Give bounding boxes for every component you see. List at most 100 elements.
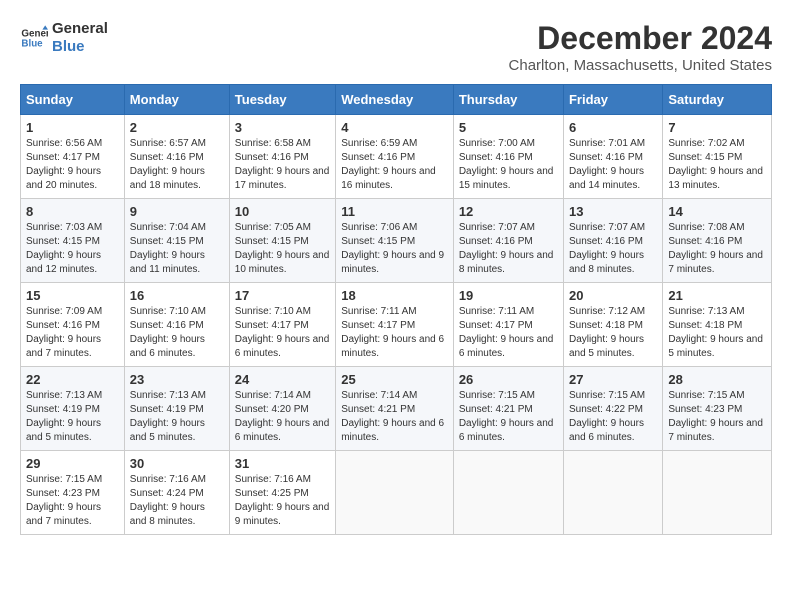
calendar-header-row: SundayMondayTuesdayWednesdayThursdayFrid… [21, 85, 772, 115]
day-number: 12 [459, 204, 558, 219]
day-info: Sunrise: 7:09 AM Sunset: 4:16 PM Dayligh… [26, 305, 119, 361]
header-cell-sunday: Sunday [21, 85, 125, 115]
day-number: 3 [235, 120, 330, 135]
day-cell: 16 Sunrise: 7:10 AM Sunset: 4:16 PM Dayl… [124, 283, 229, 367]
header-cell-thursday: Thursday [453, 85, 563, 115]
day-cell: 10 Sunrise: 7:05 AM Sunset: 4:15 PM Dayl… [229, 199, 335, 283]
day-info: Sunrise: 7:08 AM Sunset: 4:16 PM Dayligh… [668, 221, 766, 277]
day-number: 23 [130, 372, 224, 387]
day-info: Sunrise: 6:59 AM Sunset: 4:16 PM Dayligh… [341, 137, 448, 193]
day-cell: 28 Sunrise: 7:15 AM Sunset: 4:23 PM Dayl… [663, 367, 772, 451]
calendar-table: SundayMondayTuesdayWednesdayThursdayFrid… [20, 84, 772, 535]
day-cell: 1 Sunrise: 6:56 AM Sunset: 4:17 PM Dayli… [21, 115, 125, 199]
day-cell: 19 Sunrise: 7:11 AM Sunset: 4:17 PM Dayl… [453, 283, 563, 367]
day-number: 14 [668, 204, 766, 219]
day-cell: 23 Sunrise: 7:13 AM Sunset: 4:19 PM Dayl… [124, 367, 229, 451]
day-cell: 18 Sunrise: 7:11 AM Sunset: 4:17 PM Dayl… [336, 283, 454, 367]
header-cell-friday: Friday [563, 85, 662, 115]
header-cell-monday: Monday [124, 85, 229, 115]
day-number: 9 [130, 204, 224, 219]
title-area: December 2024 Charlton, Massachusetts, U… [509, 20, 772, 74]
day-info: Sunrise: 7:15 AM Sunset: 4:23 PM Dayligh… [26, 473, 119, 529]
day-number: 10 [235, 204, 330, 219]
day-cell: 30 Sunrise: 7:16 AM Sunset: 4:24 PM Dayl… [124, 451, 229, 535]
day-number: 26 [459, 372, 558, 387]
day-number: 24 [235, 372, 330, 387]
day-cell [336, 451, 454, 535]
day-info: Sunrise: 7:16 AM Sunset: 4:24 PM Dayligh… [130, 473, 224, 529]
logo-blue: Blue [52, 38, 108, 56]
day-number: 19 [459, 288, 558, 303]
day-cell [563, 451, 662, 535]
day-info: Sunrise: 7:15 AM Sunset: 4:22 PM Dayligh… [569, 389, 657, 445]
day-number: 22 [26, 372, 119, 387]
day-cell: 25 Sunrise: 7:14 AM Sunset: 4:21 PM Dayl… [336, 367, 454, 451]
day-info: Sunrise: 7:11 AM Sunset: 4:17 PM Dayligh… [341, 305, 448, 361]
day-number: 13 [569, 204, 657, 219]
week-row-3: 15 Sunrise: 7:09 AM Sunset: 4:16 PM Dayl… [21, 283, 772, 367]
day-number: 31 [235, 456, 330, 471]
day-number: 2 [130, 120, 224, 135]
day-cell: 5 Sunrise: 7:00 AM Sunset: 4:16 PM Dayli… [453, 115, 563, 199]
day-number: 25 [341, 372, 448, 387]
header-cell-saturday: Saturday [663, 85, 772, 115]
day-cell: 24 Sunrise: 7:14 AM Sunset: 4:20 PM Dayl… [229, 367, 335, 451]
day-info: Sunrise: 6:56 AM Sunset: 4:17 PM Dayligh… [26, 137, 119, 193]
calendar-body: 1 Sunrise: 6:56 AM Sunset: 4:17 PM Dayli… [21, 115, 772, 535]
day-info: Sunrise: 7:10 AM Sunset: 4:17 PM Dayligh… [235, 305, 330, 361]
day-cell: 8 Sunrise: 7:03 AM Sunset: 4:15 PM Dayli… [21, 199, 125, 283]
day-number: 17 [235, 288, 330, 303]
day-cell [453, 451, 563, 535]
day-cell: 14 Sunrise: 7:08 AM Sunset: 4:16 PM Dayl… [663, 199, 772, 283]
day-number: 8 [26, 204, 119, 219]
day-info: Sunrise: 7:14 AM Sunset: 4:20 PM Dayligh… [235, 389, 330, 445]
day-number: 29 [26, 456, 119, 471]
day-info: Sunrise: 7:15 AM Sunset: 4:23 PM Dayligh… [668, 389, 766, 445]
day-info: Sunrise: 7:07 AM Sunset: 4:16 PM Dayligh… [569, 221, 657, 277]
day-cell: 27 Sunrise: 7:15 AM Sunset: 4:22 PM Dayl… [563, 367, 662, 451]
svg-text:Blue: Blue [21, 38, 43, 49]
day-cell: 11 Sunrise: 7:06 AM Sunset: 4:15 PM Dayl… [336, 199, 454, 283]
day-number: 21 [668, 288, 766, 303]
day-info: Sunrise: 7:14 AM Sunset: 4:21 PM Dayligh… [341, 389, 448, 445]
logo-general: General [52, 20, 108, 38]
day-cell: 12 Sunrise: 7:07 AM Sunset: 4:16 PM Dayl… [453, 199, 563, 283]
day-number: 20 [569, 288, 657, 303]
day-number: 4 [341, 120, 448, 135]
day-cell: 2 Sunrise: 6:57 AM Sunset: 4:16 PM Dayli… [124, 115, 229, 199]
day-cell: 26 Sunrise: 7:15 AM Sunset: 4:21 PM Dayl… [453, 367, 563, 451]
header-cell-wednesday: Wednesday [336, 85, 454, 115]
day-cell: 21 Sunrise: 7:13 AM Sunset: 4:18 PM Dayl… [663, 283, 772, 367]
header: General Blue General Blue December 2024 … [20, 20, 772, 74]
day-info: Sunrise: 7:12 AM Sunset: 4:18 PM Dayligh… [569, 305, 657, 361]
day-cell: 22 Sunrise: 7:13 AM Sunset: 4:19 PM Dayl… [21, 367, 125, 451]
day-cell: 6 Sunrise: 7:01 AM Sunset: 4:16 PM Dayli… [563, 115, 662, 199]
day-info: Sunrise: 7:01 AM Sunset: 4:16 PM Dayligh… [569, 137, 657, 193]
day-number: 27 [569, 372, 657, 387]
day-number: 6 [569, 120, 657, 135]
week-row-2: 8 Sunrise: 7:03 AM Sunset: 4:15 PM Dayli… [21, 199, 772, 283]
day-cell: 15 Sunrise: 7:09 AM Sunset: 4:16 PM Dayl… [21, 283, 125, 367]
day-info: Sunrise: 6:57 AM Sunset: 4:16 PM Dayligh… [130, 137, 224, 193]
day-info: Sunrise: 7:10 AM Sunset: 4:16 PM Dayligh… [130, 305, 224, 361]
day-number: 16 [130, 288, 224, 303]
day-info: Sunrise: 7:11 AM Sunset: 4:17 PM Dayligh… [459, 305, 558, 361]
day-number: 30 [130, 456, 224, 471]
day-cell: 17 Sunrise: 7:10 AM Sunset: 4:17 PM Dayl… [229, 283, 335, 367]
day-info: Sunrise: 7:06 AM Sunset: 4:15 PM Dayligh… [341, 221, 448, 277]
day-cell: 13 Sunrise: 7:07 AM Sunset: 4:16 PM Dayl… [563, 199, 662, 283]
header-cell-tuesday: Tuesday [229, 85, 335, 115]
day-number: 7 [668, 120, 766, 135]
week-row-5: 29 Sunrise: 7:15 AM Sunset: 4:23 PM Dayl… [21, 451, 772, 535]
day-cell: 7 Sunrise: 7:02 AM Sunset: 4:15 PM Dayli… [663, 115, 772, 199]
day-info: Sunrise: 7:03 AM Sunset: 4:15 PM Dayligh… [26, 221, 119, 277]
day-number: 1 [26, 120, 119, 135]
month-title: December 2024 [509, 20, 772, 57]
day-info: Sunrise: 7:13 AM Sunset: 4:19 PM Dayligh… [130, 389, 224, 445]
day-info: Sunrise: 7:16 AM Sunset: 4:25 PM Dayligh… [235, 473, 330, 529]
day-info: Sunrise: 7:04 AM Sunset: 4:15 PM Dayligh… [130, 221, 224, 277]
day-cell: 29 Sunrise: 7:15 AM Sunset: 4:23 PM Dayl… [21, 451, 125, 535]
day-info: Sunrise: 6:58 AM Sunset: 4:16 PM Dayligh… [235, 137, 330, 193]
location-title: Charlton, Massachusetts, United States [509, 57, 772, 74]
logo-icon: General Blue [20, 24, 48, 52]
